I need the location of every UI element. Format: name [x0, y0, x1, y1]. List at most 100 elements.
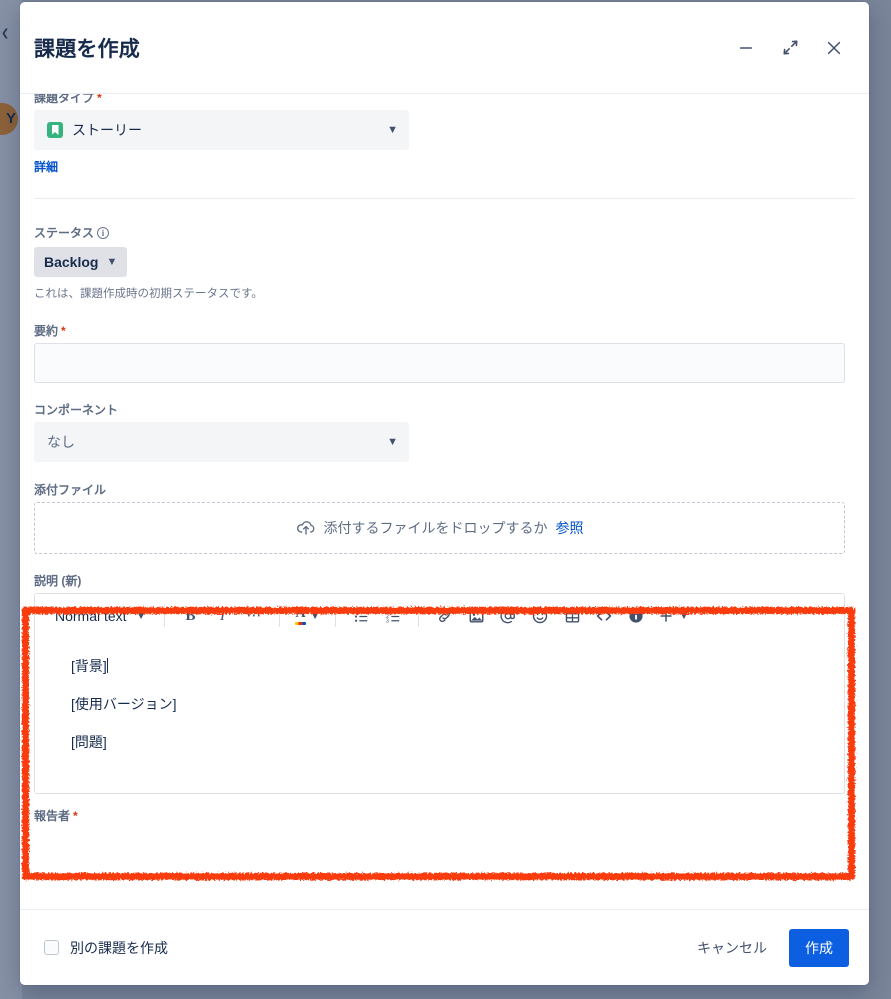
cancel-button[interactable]: キャンセル	[685, 930, 779, 966]
attachment-dropzone-text: 添付するファイルをドロップするか	[323, 520, 548, 536]
text-color-icon: A	[295, 607, 306, 625]
info-icon[interactable]: i	[97, 227, 110, 239]
mention-button[interactable]	[493, 601, 523, 631]
reporter-label: 報告者 *	[34, 808, 855, 824]
editor-toolbar: Normal text ▼ B I ⋯ A ▼ 1 2 3 ▼	[35, 594, 844, 638]
chevron-down-icon: ▼	[309, 610, 321, 622]
code-icon	[597, 611, 612, 621]
summary-label-text: 要約	[34, 324, 59, 338]
close-button[interactable]	[819, 33, 849, 63]
status-helper-text: これは、課題作成時の初期ステータスです。	[34, 288, 263, 300]
story-icon	[47, 122, 63, 138]
minimize-icon	[740, 46, 752, 49]
issue-type-label: 課題タイプ *	[34, 94, 855, 106]
issue-type-label-text: 課題タイプ	[34, 94, 95, 105]
field-attachment: 添付ファイル 添付するファイルをドロップするか 参照	[34, 482, 855, 554]
modal-body[interactable]: 課題タイプ * ストーリー ▼ 詳細 ステータス i Backlog ▼ これは…	[20, 94, 869, 909]
attachment-label: 添付ファイル	[34, 482, 855, 498]
image-button[interactable]	[461, 601, 491, 631]
description-line: [問題]	[71, 734, 107, 750]
toolbar-divider	[418, 605, 420, 627]
description-line: [使用バージョン]	[71, 696, 177, 712]
components-label: コンポーネント	[34, 402, 855, 418]
plus-icon	[660, 610, 673, 622]
chevron-down-icon: ▼	[135, 610, 147, 622]
more-formatting-button[interactable]: ⋯	[239, 601, 269, 631]
insert-more-button[interactable]: ▼	[653, 601, 694, 631]
page-title: 課題を作成	[34, 37, 140, 61]
block-type-select[interactable]: Normal text ▼	[45, 601, 154, 631]
create-button[interactable]: 作成	[789, 928, 849, 967]
emoji-button[interactable]	[525, 601, 555, 631]
status-label-text: ステータス	[34, 226, 95, 240]
reporter-label-text: 報告者	[34, 809, 71, 823]
description-label: 説明 (新)	[34, 573, 855, 589]
field-description: 説明 (新) Normal text ▼ B I ⋯ A ▼ 1 2 3 ▼ […	[34, 573, 855, 794]
mention-icon	[500, 608, 516, 624]
block-type-value: Normal text	[55, 608, 127, 624]
toolbar-divider	[164, 605, 166, 627]
italic-button[interactable]: I	[207, 601, 237, 631]
required-indicator: *	[61, 324, 66, 338]
description-line-text: [背景]	[71, 658, 107, 674]
background-sidebar	[0, 0, 22, 999]
link-button[interactable]	[429, 601, 459, 631]
collapse-button[interactable]	[775, 33, 805, 63]
emoji-icon	[533, 608, 548, 624]
description-label-text: 説明 (新)	[34, 574, 82, 588]
image-icon	[469, 610, 484, 622]
chevron-down-icon: ▼	[387, 124, 398, 136]
required-indicator: *	[97, 94, 102, 105]
issue-type-details-link[interactable]: 詳細	[34, 158, 58, 175]
status-badge[interactable]: Backlog ▼	[34, 247, 128, 277]
chevron-down-icon: ▼	[678, 610, 690, 622]
attachment-browse-link[interactable]: 参照	[556, 518, 584, 538]
bulleted-list-button[interactable]	[346, 601, 376, 631]
chevron-down-icon: ▼	[387, 436, 398, 448]
components-label-text: コンポーネント	[34, 403, 119, 417]
issue-type-select[interactable]: ストーリー ▼	[34, 110, 409, 150]
field-issue-type: 課題タイプ * ストーリー ▼ 詳細	[34, 94, 855, 176]
summary-input[interactable]	[34, 343, 845, 383]
collapse-icon	[783, 40, 797, 55]
text-cursor	[106, 658, 108, 673]
ellipsis-icon: ⋯	[246, 607, 263, 624]
issue-type-value: ストーリー	[72, 122, 142, 138]
background-chevron-icon: ❮	[1, 28, 10, 39]
field-status: ステータス i Backlog ▼ これは、課題作成時の初期ステータスです。	[34, 225, 855, 302]
code-button[interactable]	[589, 601, 619, 631]
table-icon	[565, 610, 580, 622]
numbered-list-button[interactable]: 1 2 3	[378, 601, 408, 631]
bold-button[interactable]: B	[175, 601, 205, 631]
italic-icon: I	[219, 607, 225, 624]
bold-icon: B	[185, 607, 196, 624]
modal-footer: 別の課題を作成 キャンセル 作成	[20, 909, 869, 985]
toolbar-divider	[279, 605, 281, 627]
close-icon	[827, 41, 841, 54]
create-issue-modal: 課題を作成 課題タイプ * ストーリー ▼ 詳細 ステータス i Backlog…	[20, 2, 869, 985]
svg-text:3: 3	[386, 618, 389, 624]
status-label: ステータス i	[34, 225, 855, 241]
description-textarea[interactable]: [背景] [使用バージョン] [問題]	[35, 638, 844, 793]
attachment-label-text: 添付ファイル	[34, 483, 107, 497]
field-reporter: 報告者 *	[34, 808, 855, 824]
info-filled-icon	[629, 609, 644, 623]
table-button[interactable]	[557, 601, 587, 631]
minimize-button[interactable]	[731, 33, 761, 63]
link-icon	[439, 610, 450, 622]
create-another-checkbox[interactable]	[44, 940, 59, 955]
description-editor: Normal text ▼ B I ⋯ A ▼ 1 2 3 ▼ [背景] [使用…	[34, 593, 845, 794]
create-another-label: 別の課題を作成	[70, 939, 168, 956]
attachment-dropzone[interactable]: 添付するファイルをドロップするか 参照	[34, 502, 845, 554]
create-another-toggle[interactable]: 別の課題を作成	[44, 938, 168, 958]
text-color-button[interactable]: A ▼	[290, 601, 325, 631]
info-panel-button[interactable]	[621, 601, 651, 631]
summary-label: 要約 *	[34, 323, 855, 339]
toolbar-divider	[335, 605, 337, 627]
chevron-down-icon: ▼	[106, 256, 118, 268]
description-line: [背景]	[71, 656, 834, 676]
footer-actions: キャンセル 作成	[685, 928, 849, 967]
field-components: コンポーネント なし ▼	[34, 402, 855, 462]
components-select[interactable]: なし ▼	[34, 422, 409, 462]
modal-header: 課題を作成	[20, 2, 869, 94]
